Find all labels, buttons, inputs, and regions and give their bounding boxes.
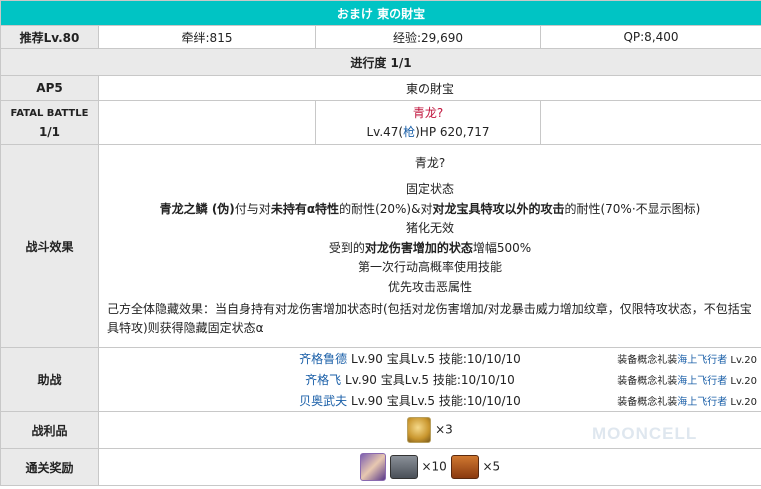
support-stats: Lv.90 宝具Lv.5 技能:10/10/10	[347, 352, 521, 367]
effect-pig-immune: 猪化无效	[405, 221, 454, 236]
servant-portrait-icon[interactable]	[359, 453, 386, 481]
enemy-stats: Lv.47(枪)HP 620,717	[316, 123, 540, 142]
support-servant: 齐格鲁德 Lv.90 宝具Lv.5 技能:10/10/10	[99, 350, 601, 367]
battle-effects-label: 战斗效果	[0, 144, 99, 348]
enemy-name: 青龙?	[412, 105, 444, 120]
effect-text: 的耐性(20%)&对	[339, 201, 433, 216]
watermark: MOONCELL	[592, 424, 698, 443]
effect-fixed-state: 固定状态	[405, 182, 454, 197]
effect-target-evil: 优先攻击恶属性	[387, 279, 472, 294]
support-ce: 装备概念礼装海上飞行者 Lv.20	[601, 372, 761, 387]
quest-table: おまけ 東の財宝 推荐Lv.80 牵绊:815 经验:29,690 QP:8,4…	[0, 0, 761, 486]
effect-damage-amp: 受到的对龙伤害增加的状态增幅500%	[103, 239, 757, 259]
support-ce: 装备概念礼装海上飞行者 Lv.20	[601, 351, 761, 366]
ce-prefix: 装备概念礼装	[617, 376, 678, 387]
bond-reward: 牵绊:815	[98, 25, 316, 49]
effect-text: 未持有α特性	[270, 201, 340, 216]
drop-count: ×3	[435, 422, 453, 437]
ce-level: Lv.20	[727, 376, 757, 387]
effect-first-action: 第一次行动高概率使用技能	[357, 260, 502, 275]
support-servant: 齐格飞 Lv.90 宝具Lv.5 技能:10/10/10	[99, 371, 601, 388]
support-servant-link[interactable]: 贝奥武夫	[299, 394, 347, 408]
support-label: 助战	[0, 347, 99, 412]
ce-level: Lv.20	[727, 355, 757, 367]
support-stats: Lv.90 宝具Lv.5 技能:10/10/10	[341, 373, 515, 387]
bronze-chest-icon[interactable]	[450, 455, 479, 479]
quest-info-panel: おまけ 東の財宝 推荐Lv.80 牵绊:815 经验:29,690 QP:8,4…	[0, 0, 761, 489]
enemy-slot: 青龙? Lv.47(枪)HP 620,717	[315, 100, 541, 145]
effect-dragon-scale: 青龙之鳞 (伪)付与对未持有α特性的耐性(20%)&对对龙宝具特攻以外的攻击的耐…	[103, 200, 757, 220]
silver-chest-icon[interactable]	[389, 455, 418, 479]
enemy-class-link[interactable]: 枪	[403, 125, 415, 139]
enemy-level: Lv.47(	[366, 124, 404, 139]
ce-level: Lv.20	[727, 396, 757, 408]
enemy-hp: )HP 620,717	[415, 124, 490, 139]
support-row: 齐格飞 Lv.90 宝具Lv.5 技能:10/10/10 装备概念礼装海上飞行者…	[99, 369, 761, 390]
support-servant-link[interactable]: 齐格鲁德	[299, 352, 347, 366]
enemy-slot-empty-2	[540, 100, 761, 145]
support-row: 贝奥武夫 Lv.90 宝具Lv.5 技能:10/10/10 装备概念礼装海上飞行…	[99, 390, 761, 411]
ce-prefix: 装备概念礼装	[617, 396, 678, 408]
recommended-level: 推荐Lv.80	[0, 25, 99, 49]
effect-text: 受到的	[328, 240, 365, 255]
progress-heading: 进行度 1/1	[0, 48, 761, 76]
effects-hidden-note: 己方全体隐藏效果：当自身持有对龙伤害增加状态时(包括对龙伤害增加/对龙暴击威力增…	[107, 301, 752, 335]
clear-reward-label: 通关奖励	[0, 448, 99, 486]
bronze-chest-count: ×5	[482, 459, 501, 474]
ce-link[interactable]: 海上飞行者	[677, 397, 727, 408]
effect-text: 的耐性(70%·不显示图标)	[564, 201, 701, 216]
effect-text: 增幅500%	[472, 240, 532, 255]
silver-chest-count: ×10	[421, 459, 447, 474]
effect-text: 对龙宝具特攻以外的攻击	[432, 201, 565, 216]
support-ce: 装备概念礼装海上飞行者 Lv.20	[601, 393, 761, 408]
fatal-battle-count: 1/1	[38, 124, 61, 139]
fatal-battle-label: FATAL BATTLE 1/1	[0, 100, 99, 145]
quest-title: おまけ 東の財宝	[0, 0, 761, 26]
support-row: 齐格鲁德 Lv.90 宝具Lv.5 技能:10/10/10 装备概念礼装海上飞行…	[99, 348, 761, 369]
support-servant: 贝奥武夫 Lv.90 宝具Lv.5 技能:10/10/10	[99, 392, 601, 409]
effect-scale-name: 青龙之鳞 (伪)	[159, 201, 235, 216]
battle-effects: 青龙? 固定状态 青龙之鳞 (伪)付与对未持有α特性的耐性(20%)&对对龙宝具…	[98, 144, 761, 348]
effect-text: 付与对	[234, 201, 271, 216]
ce-link[interactable]: 海上飞行者	[677, 376, 727, 387]
exp-reward: 经验:29,690	[315, 25, 541, 49]
enemy-slot-empty-1	[98, 100, 316, 145]
golden-egg-icon[interactable]	[407, 417, 432, 443]
support-servant-link[interactable]: 齐格飞	[305, 373, 341, 387]
ce-prefix: 装备概念礼装	[617, 355, 678, 367]
ap-cost: AP5	[0, 75, 99, 101]
fatal-battle-title: FATAL BATTLE	[10, 107, 89, 119]
quest-name: 東の財宝	[98, 75, 761, 101]
support-stats: Lv.90 宝具Lv.5 技能:10/10/10	[347, 393, 521, 408]
support-list: 齐格鲁德 Lv.90 宝具Lv.5 技能:10/10/10 装备概念礼装海上飞行…	[98, 347, 761, 412]
qp-reward: QP:8,400	[540, 25, 761, 49]
ce-link[interactable]: 海上飞行者	[677, 355, 727, 366]
effect-text: 对龙伤害增加的状态	[364, 240, 473, 255]
clear-reward-list: ×10 ×5	[98, 448, 761, 486]
drops-label: 战利品	[0, 411, 99, 449]
effects-enemy-name: 青龙?	[414, 156, 446, 171]
